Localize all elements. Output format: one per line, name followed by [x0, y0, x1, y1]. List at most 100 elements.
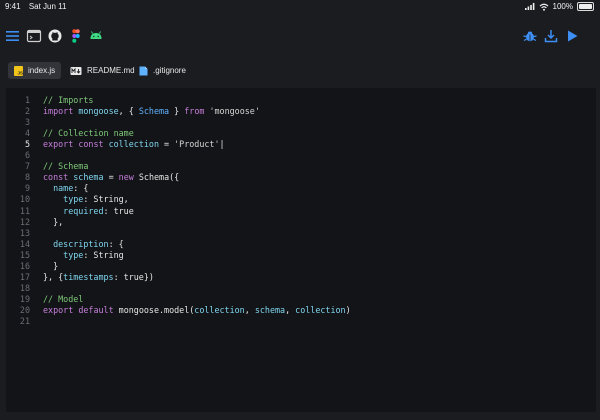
code-token: import [43, 106, 74, 117]
code-line[interactable]: 9 name: { [6, 183, 596, 194]
line-number: 21 [19, 316, 30, 326]
code-token: ) [345, 304, 351, 315]
code-token: schema [254, 304, 286, 315]
code-line[interactable]: 3 [6, 117, 596, 128]
code-line[interactable]: 5 export const collection = 'Product'| [6, 139, 596, 150]
code-line[interactable]: 20 export default mongoose.model(collecti… [6, 305, 596, 316]
code-token: const [78, 139, 104, 150]
code-token: // Schema [43, 161, 89, 172]
code-text: // Collection name [43, 128, 134, 139]
code-token: : { [108, 238, 124, 249]
signal-icon [524, 3, 534, 10]
code-token: collection [295, 304, 346, 315]
code-line[interactable]: 21 [6, 316, 596, 327]
code-token: }, [43, 216, 64, 227]
menu-icon[interactable] [5, 28, 21, 44]
code-text: export default mongoose.model(collection… [43, 305, 351, 316]
code-token: 'mongoose' [209, 106, 260, 117]
github-icon[interactable] [47, 28, 63, 44]
line-number: 11 [19, 205, 30, 216]
line-number: 16 [19, 260, 30, 271]
play-icon[interactable] [564, 28, 580, 44]
code-line[interactable]: 18 [6, 283, 596, 294]
code-token: : String [83, 249, 124, 260]
code-token: // Collection name [43, 128, 134, 139]
code-line[interactable]: 2 import mongoose, { Schema } from 'mongo… [6, 106, 596, 117]
terminal-icon[interactable] [26, 28, 42, 44]
code-text: const schema = new Schema({ [43, 172, 179, 183]
bug-icon[interactable] [522, 28, 538, 44]
code-token: , { [118, 106, 139, 117]
line-number: 7 [24, 161, 30, 172]
code-token: } [169, 106, 185, 117]
code-token: // Model [43, 293, 84, 304]
code-token: Schema({ [133, 172, 180, 183]
tab-gitignore[interactable]: .gitignore [133, 62, 192, 79]
code-line[interactable]: 17}, {timestamps: true}) [6, 272, 596, 283]
code-token: = [159, 139, 175, 150]
code-token: type [63, 249, 84, 260]
code-text: // Imports [43, 95, 93, 106]
code-text: type: String [43, 250, 124, 261]
code-text: // Model [43, 294, 83, 305]
line-number: 10 [19, 194, 30, 205]
code-line[interactable]: 12 }, [6, 217, 596, 228]
svg-text:JS: JS [18, 70, 24, 75]
code-token: new [118, 172, 134, 183]
code-line[interactable]: 15 type: String [6, 250, 596, 261]
code-line[interactable]: 1 // Imports [6, 95, 596, 106]
device-screen: 9:41 Sat Jun 11 100% JS index.js README.… [0, 0, 600, 420]
line-number: 6 [24, 150, 30, 161]
code-token: : String, [83, 194, 129, 205]
line-number: 2 [24, 106, 30, 117]
code-line[interactable]: 11 required: true [6, 206, 596, 217]
toolbar [0, 20, 600, 54]
code-token: : true}) [113, 271, 154, 282]
text-cursor: | [219, 139, 225, 150]
code-text: export const collection = 'Product'| [43, 139, 225, 150]
code-line[interactable]: 14 description: { [6, 239, 596, 250]
line-number: 15 [19, 249, 30, 260]
code-token: }, { [43, 271, 64, 282]
code-line[interactable]: 19 // Model [6, 294, 596, 305]
code-line[interactable]: 7 // Schema [6, 161, 596, 172]
code-token: default [78, 304, 114, 315]
code-token: : true [103, 205, 134, 216]
code-token: 'Product' [174, 139, 220, 150]
code-token: type [63, 194, 84, 205]
line-number: 1 [24, 95, 30, 105]
line-number: 12 [19, 216, 30, 227]
line-number: 5 [24, 139, 30, 150]
code-line[interactable]: 8 const schema = new Schema({ [6, 172, 596, 183]
file-icon [139, 66, 148, 75]
code-text: required: true [43, 206, 134, 217]
code-token: export [43, 304, 74, 315]
line-number: 3 [24, 117, 30, 128]
code-token: timestamps [63, 271, 114, 282]
line-number: 20 [19, 304, 30, 315]
code-token: = [103, 172, 119, 183]
android-icon[interactable] [88, 28, 104, 44]
code-line[interactable]: 6 [6, 150, 596, 161]
code-line[interactable]: 4 // Collection name [6, 128, 596, 139]
line-number: 9 [24, 183, 30, 194]
tab-index-js[interactable]: JS index.js [8, 62, 62, 79]
download-icon[interactable] [543, 28, 559, 44]
code-editor[interactable]: 1 // Imports 2 import mongoose, { Schema } … [6, 88, 596, 412]
line-number: 19 [19, 293, 30, 304]
code-text: }, [43, 217, 63, 228]
code-line[interactable]: 13 [6, 228, 596, 239]
code-line[interactable]: 10 type: String, [6, 194, 596, 205]
tab-label: README.md [87, 66, 135, 75]
js-file-icon: JS [14, 65, 24, 76]
code-token: schema [73, 172, 104, 183]
tab-readme-md[interactable]: README.md [64, 62, 141, 79]
figma-icon[interactable] [68, 28, 84, 44]
tab-label: index.js [28, 66, 56, 75]
code-token: const [43, 172, 69, 183]
code-line[interactable]: 16 } [6, 261, 596, 272]
code-token: : { [73, 183, 89, 194]
